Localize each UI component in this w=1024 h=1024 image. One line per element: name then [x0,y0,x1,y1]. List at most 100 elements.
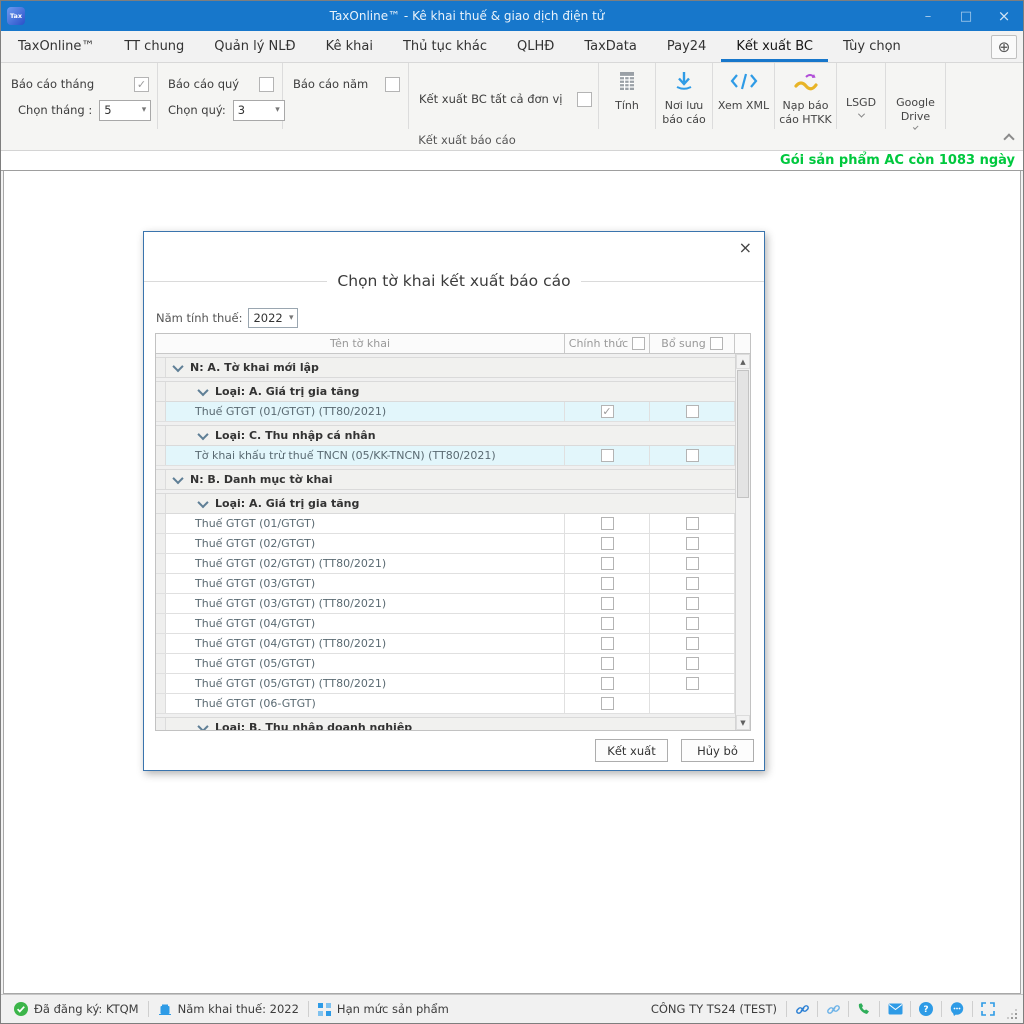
scroll-down-icon[interactable]: ▼ [736,715,750,730]
official-checkbox[interactable] [601,697,614,710]
supplement-checkbox[interactable] [686,537,699,550]
supplement-select-all-checkbox[interactable] [710,337,723,350]
maximize-button[interactable]: □ [947,1,985,31]
official-checkbox[interactable] [601,557,614,570]
chevron-down-icon[interactable] [197,384,208,395]
column-header-official: Chính thức [564,334,649,353]
table-group-row[interactable]: N: A. Tờ khai mới lập [156,357,735,378]
menu-item-taxdata[interactable]: TaxData [569,31,652,62]
table-row[interactable]: Thuế GTGT (05/GTGT) [156,654,735,674]
export-all-units-checkbox[interactable] [577,92,592,107]
chevron-down-icon[interactable] [172,472,183,483]
table-row[interactable]: Thuế GTGT (05/GTGT) (TT80/2021) [156,674,735,694]
menu-spacer [916,31,991,62]
tax-year-select[interactable]: 2022▾ [248,308,298,328]
menu-item-k-t-xu-t-bc[interactable]: Kết xuất BC [721,31,828,62]
ribbon-button-google-drive[interactable]: Google Drive [886,63,946,129]
table-row[interactable]: Thuế GTGT (01/GTGT) [156,514,735,534]
chain-icon[interactable] [818,1002,848,1017]
table-row[interactable]: Thuế GTGT (02/GTGT) (TT80/2021) [156,554,735,574]
supplement-checkbox[interactable] [686,517,699,530]
menu-item-pay24[interactable]: Pay24 [652,31,721,62]
table-row[interactable]: Tờ khai khấu trừ thuế TNCN (05/KK-TNCN) … [156,446,735,466]
expand-icon[interactable] [973,1002,1003,1016]
chevron-down-icon[interactable] [197,720,208,730]
supplement-checkbox[interactable] [686,637,699,650]
scrollbar-thumb[interactable] [737,370,749,498]
quota-status[interactable]: Hạn mức sản phẩm [309,1002,458,1016]
ribbon-button-n-p-b-o-c-o-htkk[interactable]: Nạp báo cáo HTKK [775,63,837,129]
official-checkbox[interactable] [601,517,614,530]
table-group-row[interactable]: N: B. Danh mục tờ khai [156,469,735,490]
menu-item-th-t-c-kh-c[interactable]: Thủ tục khác [388,31,502,62]
supplement-checkbox[interactable] [686,405,699,418]
phone-icon[interactable] [849,1002,879,1016]
table-row[interactable]: Thuế GTGT (03/GTGT) (TT80/2021) [156,594,735,614]
table-row[interactable]: Thuế GTGT (02/GTGT) [156,534,735,554]
ribbon-button-lsgd[interactable]: LSGD [837,63,886,129]
table-row[interactable]: Thuế GTGT (04/GTGT) (TT80/2021) [156,634,735,654]
table-row[interactable]: Thuế GTGT (06-GTGT) [156,694,735,714]
official-checkbox[interactable] [601,657,614,670]
official-checkbox[interactable] [601,449,614,462]
supplement-checkbox[interactable] [686,657,699,670]
official-checkbox[interactable] [601,577,614,590]
monthly-report-checkbox[interactable] [134,77,149,92]
menu-item-qlh-[interactable]: QLHĐ [502,31,569,62]
table-group-row[interactable]: Loại: B. Thu nhập doanh nghiệp [156,717,735,730]
menu-bar: TaxOnline™TT chungQuản lý NLĐKê khaiThủ … [1,31,1023,63]
table-group-row[interactable]: Loại: A. Giá trị gia tăng [156,381,735,402]
supplement-checkbox[interactable] [686,617,699,630]
ribbon-collapse-icon[interactable] [1005,132,1013,146]
official-checkbox[interactable] [601,537,614,550]
menu-item-tt-chung[interactable]: TT chung [109,31,199,62]
scrollbar-track[interactable] [736,369,750,715]
table-group-row[interactable]: Loại: A. Giá trị gia tăng [156,493,735,514]
supplement-checkbox[interactable] [686,577,699,590]
table-row[interactable]: Thuế GTGT (04/GTGT) [156,614,735,634]
table-row[interactable]: Thuế GTGT (01/GTGT) (TT80/2021) [156,402,735,422]
link-icon[interactable] [787,1002,817,1017]
ribbon-button-t-nh[interactable]: Tính [599,63,656,129]
table-group-row[interactable]: Loại: C. Thu nhập cá nhân [156,425,735,446]
vertical-scrollbar[interactable]: ▲ ▼ [735,354,750,730]
chat-icon[interactable] [942,1002,972,1016]
help-icon[interactable]: ? [911,1002,941,1016]
minimize-button[interactable]: – [909,1,947,31]
table-row[interactable]: Thuế GTGT (03/GTGT) [156,574,735,594]
menu-item-t-y-ch-n[interactable]: Tùy chọn [828,31,916,62]
chevron-down-icon[interactable] [197,428,208,439]
official-select-all-checkbox[interactable] [632,337,645,350]
export-button[interactable]: Kết xuất [595,739,668,762]
cancel-button[interactable]: Hủy bỏ [681,739,754,762]
quarterly-report-checkbox[interactable] [259,77,274,92]
resize-grip[interactable] [1007,1009,1017,1019]
supplement-checkbox[interactable] [686,677,699,690]
official-checkbox[interactable] [601,597,614,610]
supplement-checkbox[interactable] [686,597,699,610]
official-checkbox[interactable] [601,617,614,630]
month-select[interactable]: 5▾ [99,100,151,121]
add-tab-button[interactable]: ⊕ [991,35,1017,59]
dialog-close-icon[interactable]: × [739,240,752,256]
chevron-down-icon[interactable] [197,496,208,507]
dialog-title: Chọn tờ khai kết xuất báo cáo [327,272,580,290]
ribbon-button-xem-xml[interactable]: Xem XML [713,63,775,129]
mail-icon[interactable] [880,1003,910,1015]
official-checkbox[interactable] [601,405,614,418]
menu-item-k-khai[interactable]: Kê khai [311,31,388,62]
quarter-select[interactable]: 3▾ [233,100,285,121]
official-checkbox[interactable] [601,637,614,650]
ribbon-group-caption: Kết xuất báo cáo [1,133,933,147]
supplement-checkbox[interactable] [686,557,699,570]
close-button[interactable]: × [985,1,1023,31]
ribbon-button-n-i-l-u-b-o-c-o[interactable]: Nơi lưu báo cáo [656,63,713,129]
supplement-checkbox[interactable] [686,449,699,462]
chevron-down-icon [913,124,918,129]
menu-item-taxonline-[interactable]: TaxOnline™ [3,31,109,62]
chevron-down-icon[interactable] [172,360,183,371]
scroll-up-icon[interactable]: ▲ [736,354,750,369]
yearly-report-checkbox[interactable] [385,77,400,92]
official-checkbox[interactable] [601,677,614,690]
menu-item-qu-n-l-nl-[interactable]: Quản lý NLĐ [199,31,310,62]
